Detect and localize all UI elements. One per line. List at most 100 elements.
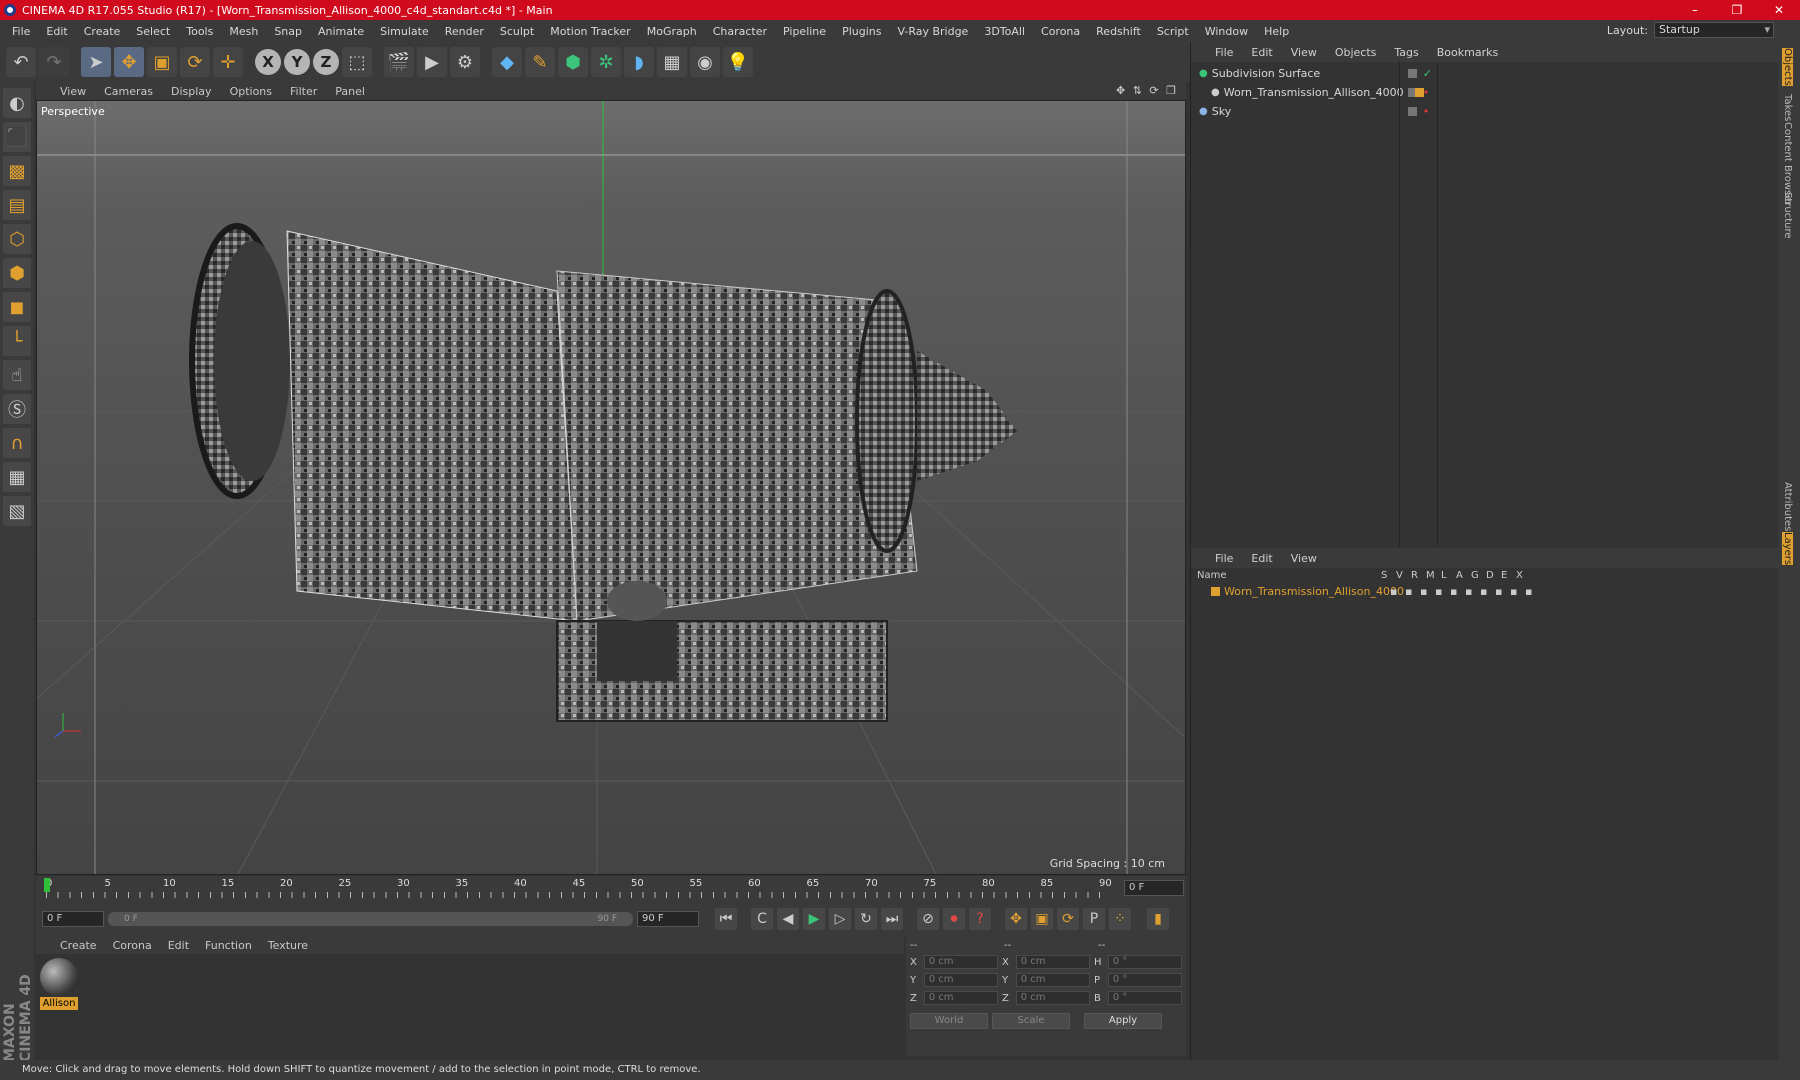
object-row[interactable]: ● Worn_Transmission_Allison_4000 • <box>1191 83 1778 102</box>
viewport-nav-icons[interactable]: ✥ ⇅ ⟳ ❐ <box>1116 84 1178 97</box>
redo-icon[interactable]: ↷ <box>39 47 69 77</box>
x-axis-icon[interactable]: X <box>255 49 281 75</box>
coord-size-field[interactable]: 0 cm <box>1015 991 1090 1005</box>
layer-animation-toggle-icon[interactable]: ▪ <box>1465 585 1480 598</box>
coord-mode-world[interactable]: World <box>910 1013 988 1029</box>
viewport-menu-panel[interactable]: Panel <box>335 85 365 98</box>
layer-solo-toggle-icon[interactable]: ▪ <box>1390 585 1405 598</box>
object-menu-file[interactable]: File <box>1215 46 1233 59</box>
menu-redshift[interactable]: Redshift <box>1088 25 1149 38</box>
coord-position-field[interactable]: 0 cm <box>923 955 998 969</box>
keyframe-selection-icon[interactable]: ? <box>969 908 991 930</box>
apply-button[interactable]: Apply <box>1084 1013 1162 1029</box>
floor-icon[interactable]: ▦ <box>657 47 687 77</box>
make-editable-icon[interactable]: ◐ <box>3 88 31 118</box>
right-tab-objects[interactable]: Objects <box>1782 48 1793 86</box>
camera-icon[interactable]: ◉ <box>690 47 720 77</box>
viewport[interactable]: Perspective Grid Spacing: 10 cm <box>36 100 1186 875</box>
edit-render-settings-icon[interactable]: ⚙ <box>450 47 480 77</box>
menu-mograph[interactable]: MoGraph <box>639 25 705 38</box>
polygons-mode-icon[interactable]: ◼ <box>3 292 31 322</box>
key-parameter-icon[interactable]: P <box>1083 908 1105 930</box>
material-tag-icon[interactable] <box>1415 88 1424 97</box>
layer-row[interactable]: Worn_Transmission_Allison_4000 ▪ ▪ ▪ ▪ ▪ ▪ ▪ ▪ ▪ ▪ <box>1191 582 1778 601</box>
viewport-menu-filter[interactable]: Filter <box>290 85 317 98</box>
viewport-menu-display[interactable]: Display <box>171 85 212 98</box>
right-tab-structure[interactable]: Structure <box>1782 192 1793 239</box>
layer-locked-toggle-icon[interactable]: ▪ <box>1450 585 1465 598</box>
start-frame-field[interactable]: 0 F <box>42 911 104 927</box>
visibility-toggle-icon[interactable] <box>1407 69 1417 78</box>
axis-mode-icon[interactable]: └ <box>3 326 31 356</box>
goto-end-icon[interactable]: ⏭ <box>881 908 903 930</box>
render-view-icon[interactable]: 🎬 <box>384 47 414 77</box>
menu-script[interactable]: Script <box>1149 25 1197 38</box>
undo-icon[interactable]: ↶ <box>6 47 36 77</box>
render-picture-viewer-icon[interactable]: ▶ <box>417 47 447 77</box>
menu-snap[interactable]: Snap <box>266 25 310 38</box>
timeline-window-icon[interactable]: ▮ <box>1147 908 1169 930</box>
object-menu-view[interactable]: View <box>1291 46 1317 59</box>
light-icon[interactable]: 💡 <box>723 47 753 77</box>
menu-3dtoall[interactable]: 3DToAll <box>976 25 1033 38</box>
menu-mesh[interactable]: Mesh <box>221 25 266 38</box>
z-axis-icon[interactable]: Z <box>313 49 339 75</box>
transmission-model[interactable] <box>189 223 1017 722</box>
play-icon[interactable]: ▶ <box>803 908 825 930</box>
end-frame-field[interactable]: 90 F <box>637 911 699 927</box>
deformer-icon[interactable]: ◗ <box>624 47 654 77</box>
object-row[interactable]: ● Sky • <box>1191 102 1778 121</box>
key-scale-icon[interactable]: ▣ <box>1031 908 1053 930</box>
menu-v-ray-bridge[interactable]: V-Ray Bridge <box>889 25 976 38</box>
menu-help[interactable]: Help <box>1256 25 1297 38</box>
object-menu-bookmarks[interactable]: Bookmarks <box>1437 46 1498 59</box>
goto-next-key-icon[interactable]: ↻ <box>855 908 877 930</box>
material-menu-edit[interactable]: Edit <box>168 939 189 952</box>
lock-workplane-icon[interactable]: ▦ <box>3 462 31 492</box>
move-icon[interactable]: ✥ <box>114 47 144 77</box>
key-rotation-icon[interactable]: ⟳ <box>1057 908 1079 930</box>
material-swatch[interactable]: Allison <box>40 958 78 1010</box>
snap-icon[interactable]: Ⓢ <box>3 394 31 424</box>
viewport-menu-cameras[interactable]: Cameras <box>104 85 153 98</box>
coord-size-field[interactable]: 0 cm <box>1015 955 1090 969</box>
points-mode-icon[interactable]: ⬡ <box>3 224 31 254</box>
range-slider[interactable]: 0 F 90 F <box>108 912 633 926</box>
object-menu-tags[interactable]: Tags <box>1394 46 1418 59</box>
layer-color-swatch[interactable] <box>1211 587 1220 596</box>
cube-icon[interactable]: ◆ <box>492 47 522 77</box>
material-menu-corona[interactable]: Corona <box>113 939 152 952</box>
menu-plugins[interactable]: Plugins <box>834 25 889 38</box>
menu-sculpt[interactable]: Sculpt <box>492 25 542 38</box>
menu-edit[interactable]: Edit <box>38 25 75 38</box>
viewport-menu-options[interactable]: Options <box>230 85 272 98</box>
right-tab-attributes[interactable]: Attributes <box>1782 482 1793 531</box>
goto-prev-key-icon[interactable]: C <box>751 908 773 930</box>
coord-position-field[interactable]: 0 cm <box>923 991 998 1005</box>
right-tab-takes[interactable]: Takes <box>1782 94 1793 121</box>
material-menu-create[interactable]: Create <box>60 939 97 952</box>
layer-menu-view[interactable]: View <box>1291 552 1317 565</box>
coord-rotation-field[interactable]: 0 ° <box>1107 973 1182 987</box>
menu-simulate[interactable]: Simulate <box>372 25 437 38</box>
coord-size-field[interactable]: 0 cm <box>1015 973 1090 987</box>
object-row[interactable]: ● Subdivision Surface ✓ <box>1191 64 1778 83</box>
layer-view-toggle-icon[interactable]: ▪ <box>1405 585 1420 598</box>
next-frame-icon[interactable]: ▷ <box>829 908 851 930</box>
cloner-icon[interactable]: ✲ <box>591 47 621 77</box>
current-frame-field[interactable]: 0 F <box>1124 880 1184 896</box>
y-axis-icon[interactable]: Y <box>284 49 310 75</box>
texture-mode-icon[interactable]: ▩ <box>3 156 31 186</box>
menu-animate[interactable]: Animate <box>310 25 372 38</box>
minimize-button[interactable]: – <box>1674 3 1716 17</box>
timeline[interactable]: 051015202530354045505560657075808590 0 F <box>36 876 1186 902</box>
magnet-icon[interactable]: ∩ <box>3 428 31 458</box>
enabled-icon[interactable]: • <box>1423 105 1430 118</box>
coord-position-field[interactable]: 0 cm <box>923 973 998 987</box>
coord-rotation-field[interactable]: 0 ° <box>1107 991 1182 1005</box>
select-icon[interactable]: ➤ <box>81 47 111 77</box>
menu-window[interactable]: Window <box>1197 25 1256 38</box>
layer-xref-toggle-icon[interactable]: ▪ <box>1525 585 1540 598</box>
object-menu-edit[interactable]: Edit <box>1251 46 1272 59</box>
tweak-mode-icon[interactable]: ☝ <box>3 360 31 390</box>
